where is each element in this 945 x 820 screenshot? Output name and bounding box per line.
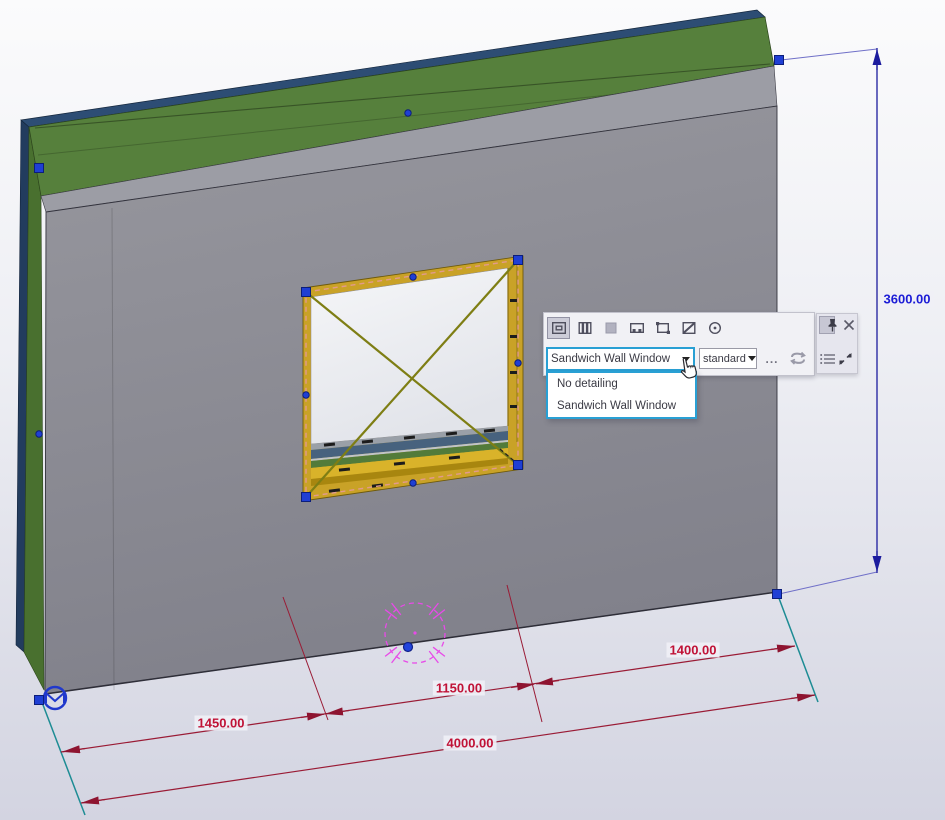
- toolbar-mini-panel: [816, 313, 858, 374]
- extension-line-bottom: [779, 572, 877, 594]
- detailing-dropdown-list: No detailing Sandwich Wall Window: [546, 371, 697, 419]
- window-glass: [311, 268, 508, 444]
- handle-wall-top-mid[interactable]: [405, 110, 411, 116]
- panel-corners-button[interactable]: [651, 317, 674, 339]
- caret-down-icon[interactable]: [748, 356, 756, 361]
- handle-wall-left-mid[interactable]: [36, 431, 42, 437]
- sync-button[interactable]: [788, 350, 808, 373]
- dim-label-segment-window[interactable]: 1150.00: [433, 681, 485, 696]
- panel-fixtures-button[interactable]: [625, 317, 648, 339]
- sandwich-wall-window[interactable]: [303, 256, 523, 501]
- handle-wall-top-right[interactable]: [775, 56, 784, 65]
- pin-toolbar-button[interactable]: [819, 316, 835, 334]
- close-toolbar-button[interactable]: [837, 316, 853, 334]
- handle-window-top-right[interactable]: [514, 256, 523, 265]
- handle-window-bottom-left[interactable]: [302, 493, 311, 502]
- handle-wall-bottom-left[interactable]: [35, 696, 44, 705]
- panel-opening-icon: [551, 320, 567, 336]
- handle-window-bottom-mid[interactable]: [410, 480, 416, 486]
- toolbar-options-button[interactable]: [819, 352, 836, 369]
- circle-target-button[interactable]: [703, 317, 726, 339]
- vertical-layers-button[interactable]: [573, 317, 596, 339]
- detailing-type-select[interactable]: Sandwich Wall Window: [546, 347, 695, 371]
- panel-opening-button[interactable]: [547, 317, 570, 339]
- collapse-toolbar-button[interactable]: [838, 352, 853, 369]
- standard-select[interactable]: standard: [699, 348, 757, 369]
- panel-fixtures-icon: [629, 320, 645, 336]
- extension-line-left-teal: [40, 697, 85, 815]
- list-options-icon: [819, 352, 836, 366]
- dim-label-segment-left[interactable]: 1450.00: [195, 716, 248, 731]
- close-icon: [843, 319, 855, 331]
- toolbar-icon-row: [547, 317, 726, 339]
- dim-label-wall-height[interactable]: 3600.00: [881, 292, 934, 307]
- model-viewport[interactable]: 3600.00 1450.00 1150.00 1400.00 4000.00: [0, 0, 945, 820]
- handle-window-bottom-right[interactable]: [514, 461, 523, 470]
- handle-window-top-mid[interactable]: [410, 274, 416, 280]
- solid-panel-icon: [603, 320, 619, 336]
- model-scene: [0, 0, 945, 820]
- extension-line-top: [781, 49, 877, 60]
- collapse-toolbar-icon: [838, 352, 853, 366]
- sync-icon: [788, 350, 808, 368]
- dropdown-item-no-detailing[interactable]: No detailing: [548, 373, 695, 395]
- diagonal-line-button[interactable]: [677, 317, 700, 339]
- standard-value: standard: [703, 353, 746, 365]
- circle-target-icon: [707, 320, 723, 336]
- handle-wall-bottom-right[interactable]: [773, 590, 782, 599]
- panel-corners-icon: [655, 320, 671, 336]
- handle-window-right-mid[interactable]: [515, 360, 521, 366]
- mouse-cursor: [676, 356, 702, 391]
- handle-wall-top-left[interactable]: [35, 164, 44, 173]
- detailing-type-value: Sandwich Wall Window: [551, 353, 680, 365]
- handle-window-left-mid[interactable]: [303, 392, 309, 398]
- more-options-button[interactable]: ...: [761, 350, 783, 368]
- dropdown-item-sandwich-wall-window[interactable]: Sandwich Wall Window: [548, 395, 695, 417]
- vertical-layers-icon: [577, 320, 593, 336]
- solid-panel-button[interactable]: [599, 317, 622, 339]
- handle-window-top-left[interactable]: [302, 288, 311, 297]
- diagonal-line-icon: [681, 320, 697, 336]
- hand-cursor-icon: [676, 356, 702, 386]
- reference-point-dot[interactable]: [404, 643, 413, 652]
- dim-label-total-width[interactable]: 4000.00: [444, 736, 497, 751]
- dim-label-segment-right[interactable]: 1400.00: [667, 643, 720, 658]
